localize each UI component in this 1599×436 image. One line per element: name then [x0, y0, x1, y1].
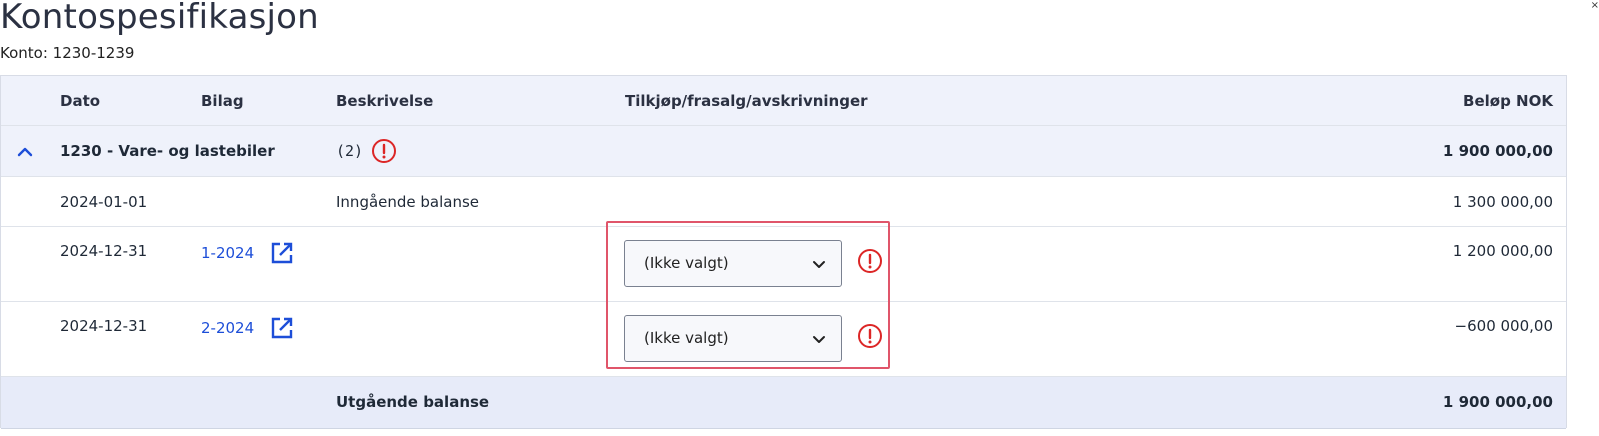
account-subtitle: Konto: 1230-1239	[0, 44, 135, 62]
row-date: 2024-01-01	[60, 193, 148, 211]
column-header-belop: Beløp NOK	[1463, 92, 1553, 110]
select-value: (Ikke valgt)	[644, 329, 729, 347]
row-amount: 1 300 000,00	[1452, 193, 1553, 211]
page-title: Kontospesifikasjon	[0, 0, 319, 37]
select-value: (Ikke valgt)	[644, 254, 729, 272]
row-date: 2024-12-31	[60, 317, 148, 335]
group-row: 1230 - Vare- og lastebiler (2) 1 900 000…	[1, 126, 1566, 177]
tilkjop-select[interactable]: (Ikke valgt)	[624, 315, 842, 362]
group-amount: 1 900 000,00	[1442, 142, 1553, 160]
table-footer-row: Utgående balanse 1 900 000,00	[1, 377, 1566, 429]
chevron-down-icon	[811, 331, 827, 347]
tilkjop-select[interactable]: (Ikke valgt)	[624, 240, 842, 287]
row-date: 2024-12-31	[60, 242, 148, 260]
external-link-icon[interactable]	[270, 316, 294, 340]
external-link-icon[interactable]	[270, 241, 294, 265]
column-header-beskrivelse: Beskrivelse	[336, 92, 434, 110]
row-amount: 1 200 000,00	[1452, 242, 1553, 260]
footer-label: Utgående balanse	[336, 393, 490, 411]
corner-mark: ×	[1590, 0, 1599, 11]
row-amount: −600 000,00	[1454, 317, 1553, 335]
warning-icon	[857, 248, 883, 274]
warning-icon	[857, 323, 883, 349]
table-row: 2024-12-31 2-2024 (Ikke valgt) −600 000,…	[1, 302, 1566, 377]
account-spec-table: Dato Bilag Beskrivelse Tilkjøp/frasalg/a…	[0, 75, 1567, 429]
voucher-link[interactable]: 1-2024	[201, 243, 254, 263]
table-row: 2024-01-01 Inngående balanse 1 300 000,0…	[1, 177, 1566, 227]
row-description: Inngående balanse	[336, 193, 480, 211]
warning-icon	[371, 138, 397, 164]
chevron-up-icon[interactable]	[15, 142, 35, 162]
group-count: (2)	[336, 142, 364, 160]
chevron-down-icon	[811, 256, 827, 272]
table-row: 2024-12-31 1-2024 (Ikke valgt) 1 200 000…	[1, 227, 1566, 302]
voucher-link[interactable]: 2-2024	[201, 318, 254, 338]
column-header-dato: Dato	[60, 92, 101, 110]
footer-amount: 1 900 000,00	[1442, 393, 1553, 411]
column-header-bilag: Bilag	[201, 92, 244, 110]
table-header-row: Dato Bilag Beskrivelse Tilkjøp/frasalg/a…	[1, 76, 1566, 126]
group-label: 1230 - Vare- og lastebiler	[60, 142, 275, 160]
column-header-tilkjop: Tilkjøp/frasalg/avskrivninger	[625, 92, 868, 110]
